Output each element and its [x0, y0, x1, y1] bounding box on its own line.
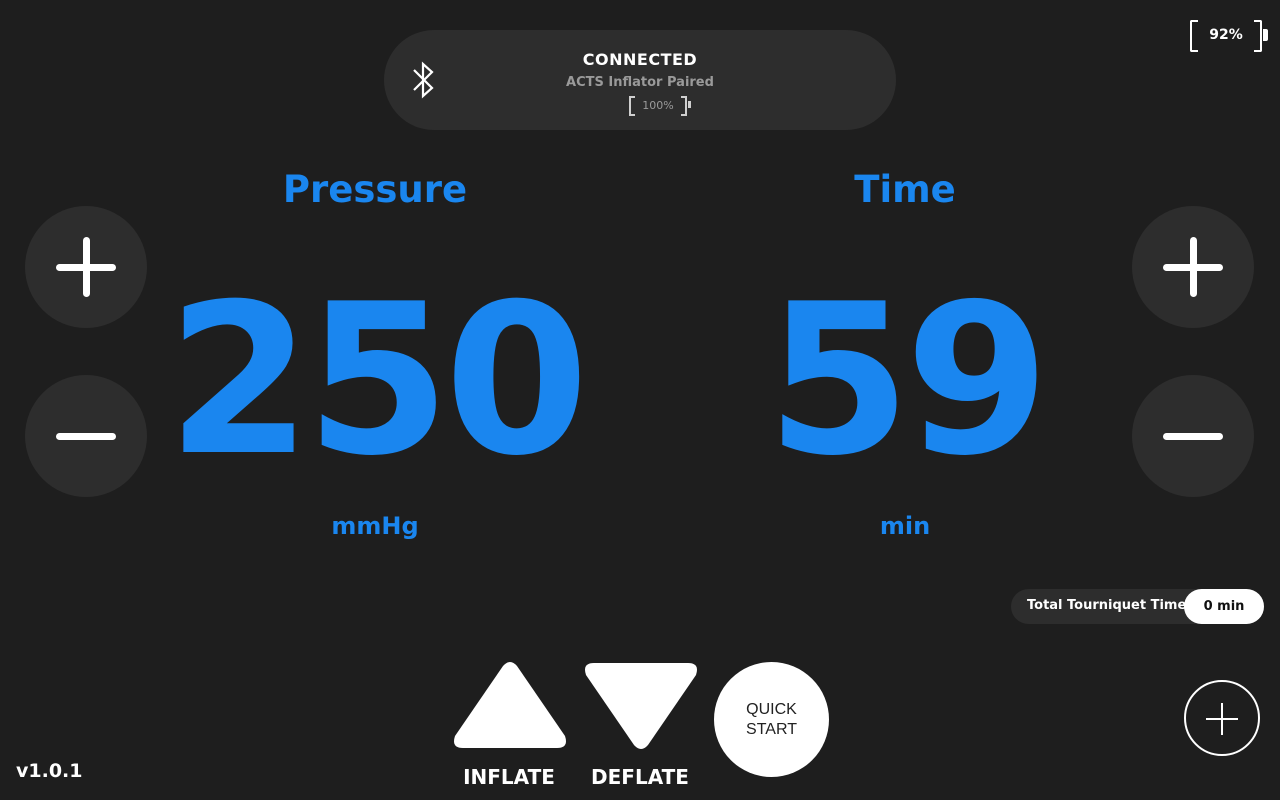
quick-start-label-line2: START	[746, 720, 797, 738]
pressure-label: Pressure	[282, 168, 468, 211]
battery-bracket-left	[1190, 20, 1198, 52]
connection-status-text: CONNECTED	[582, 50, 698, 69]
battery-terminal	[1263, 29, 1268, 41]
device-battery-indicator: 92%	[1190, 20, 1268, 52]
total-tourniquet-time-value: 0 min	[1184, 589, 1264, 624]
inflator-battery-terminal	[688, 101, 691, 108]
triangle-up-icon	[454, 662, 566, 748]
app-version: v1.0.1	[16, 760, 83, 782]
pressure-increase-button[interactable]	[25, 206, 147, 328]
time-increase-button[interactable]	[1132, 206, 1254, 328]
time-value: 59	[766, 260, 1049, 502]
deflate-label: DEFLATE	[591, 765, 689, 789]
total-tourniquet-time: Total Tourniquet Time 0 min	[1011, 589, 1264, 624]
add-icon-vertical	[1221, 703, 1223, 735]
connection-status-panel[interactable]: CONNECTED ACTS Inflator Paired 100%	[384, 30, 896, 130]
total-tourniquet-time-label: Total Tourniquet Time	[1027, 598, 1187, 613]
quick-start-button[interactable]: QUICK START	[714, 662, 829, 777]
minus-icon	[56, 433, 116, 440]
inflator-battery-indicator: 100%	[629, 95, 691, 116]
paired-device-name: ACTS Inflator Paired	[566, 75, 714, 90]
deflate-button[interactable]	[582, 661, 700, 751]
plus-icon-vertical	[83, 237, 90, 297]
pressure-unit: mmHg	[331, 512, 419, 540]
triangle-down-icon	[585, 663, 697, 749]
inflator-battery-percent: 100%	[642, 98, 674, 112]
pressure-value: 250	[166, 260, 589, 502]
inflator-battery-bracket-right	[681, 96, 687, 116]
add-button[interactable]	[1184, 680, 1260, 756]
time-label: Time	[854, 168, 956, 211]
quick-start-label-line1: QUICK	[746, 701, 797, 719]
time-decrease-button[interactable]	[1132, 375, 1254, 497]
minus-icon	[1163, 433, 1223, 440]
tourniquet-control-screen: 92% CONNECTED ACTS Inflator Paired 100% …	[0, 0, 1280, 800]
inflate-button[interactable]	[451, 660, 569, 750]
inflator-battery-bracket-left	[629, 96, 635, 116]
plus-icon-vertical	[1190, 237, 1197, 297]
inflate-label: INFLATE	[463, 765, 555, 789]
device-battery-percent: 92%	[1209, 27, 1243, 43]
time-unit: min	[879, 512, 931, 540]
pressure-decrease-button[interactable]	[25, 375, 147, 497]
battery-bracket-right	[1254, 20, 1262, 52]
